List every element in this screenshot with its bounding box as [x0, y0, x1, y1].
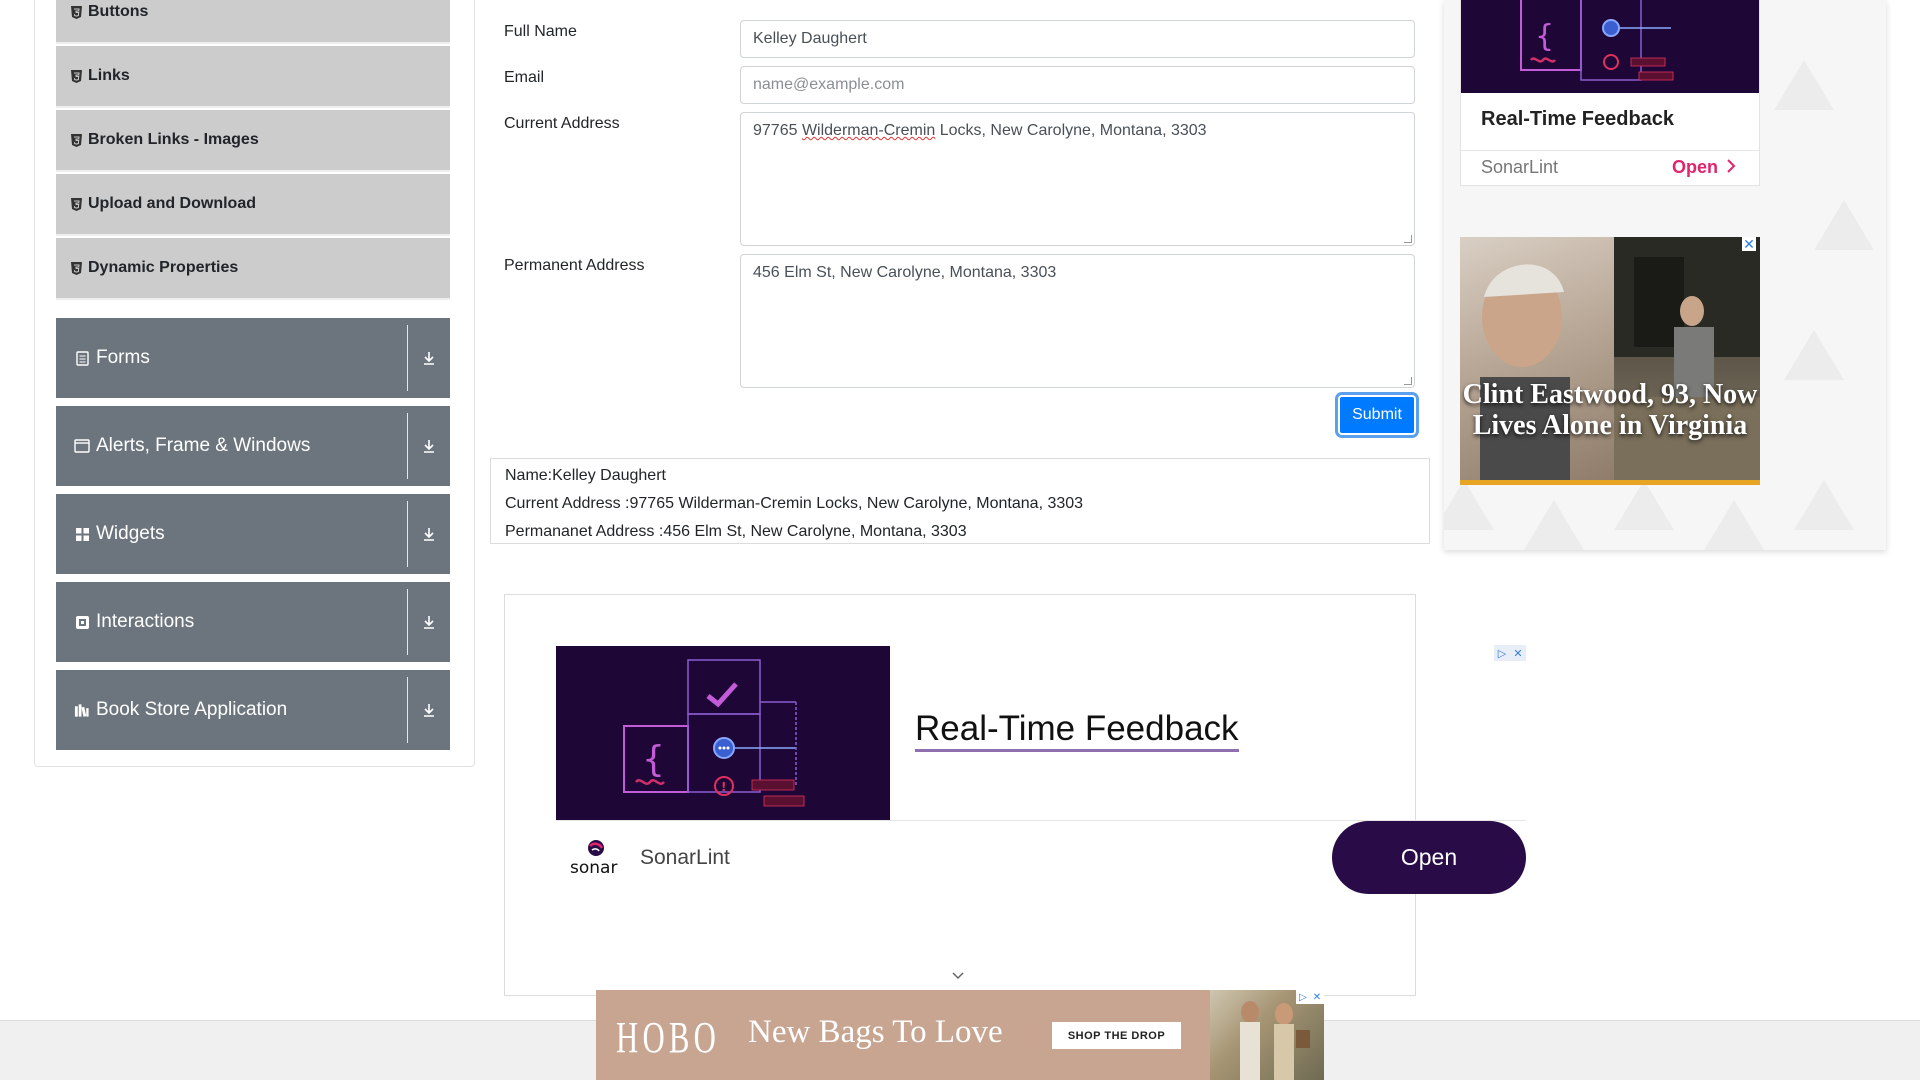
output-name: Name:Kelley Daughert	[505, 467, 666, 484]
full-name-value: Kelley Daughert	[753, 30, 867, 47]
submit-button[interactable]: Submit	[1338, 395, 1416, 435]
output-current-address: Current Address :97765 Wilderman-Cremin …	[505, 495, 1084, 512]
permanent-address-textarea[interactable]: 456 Elm St, New Carolyne, Montana, 3303	[740, 254, 1415, 388]
chevron-down-icon[interactable]	[951, 969, 965, 983]
sidebar-item-label: Dynamic Properties	[88, 259, 239, 276]
ad-open-label: Open	[1672, 157, 1719, 177]
close-icon[interactable]: ✕	[1742, 237, 1756, 251]
output-permanent-address: Permananet Address :456 Elm St, New Caro…	[505, 523, 967, 540]
interactions-icon	[74, 614, 90, 630]
ad-photo	[1460, 237, 1614, 485]
ad-brand: SonarLint	[1481, 157, 1559, 177]
output-box: Name:Kelley Daughert Current Address :97…	[490, 458, 1430, 544]
sidebar-item-upload-download[interactable]: Upload and Download	[56, 174, 450, 236]
current-address-part: 97765	[753, 122, 802, 139]
group-header-book-store[interactable]: Book Store Application	[56, 670, 450, 750]
email-input[interactable]: name@example.com	[740, 66, 1415, 104]
html5-icon	[70, 261, 82, 275]
ad-title[interactable]: Real-Time Feedback	[1481, 108, 1674, 131]
ad-open-button[interactable]: Open	[1332, 821, 1526, 894]
ad-badge[interactable]: ▷ ✕	[1494, 645, 1526, 661]
resize-handle[interactable]	[1404, 235, 1412, 243]
sidebar-item-dynamic-properties[interactable]: Dynamic Properties	[56, 238, 450, 300]
bottom-ad-banner[interactable]: HOBO New Bags To Love SHOP THE DROP ▷ ✕	[596, 990, 1324, 1080]
svg-text:!: !	[721, 780, 726, 794]
window-icon	[74, 438, 90, 454]
ad-title[interactable]: Real-Time Feedback	[915, 709, 1239, 752]
ad-cta-button[interactable]: SHOP THE DROP	[1052, 1022, 1181, 1049]
ad-badge[interactable]: ▷ ✕	[1296, 990, 1324, 1004]
html5-icon	[70, 133, 82, 147]
sidebar-item-label: Broken Links - Images	[88, 131, 259, 148]
current-address-part: Locks, New Carolyne, Montana, 3303	[935, 122, 1207, 139]
sonar-logo-text: sonar	[570, 858, 617, 878]
close-icon[interactable]: ✕	[1510, 645, 1526, 661]
resize-handle[interactable]	[1404, 377, 1412, 385]
group-label: Interactions	[96, 611, 195, 632]
current-address-textarea[interactable]: 97765 Wilderman-Cremin Locks, New Caroly…	[740, 112, 1415, 246]
svg-text:{: {	[642, 739, 665, 780]
svg-text:{: {	[1535, 19, 1554, 54]
ad-image[interactable]: { !	[556, 646, 890, 820]
group-header-interactions[interactable]: Interactions	[56, 582, 450, 662]
ad-open-link[interactable]: Open	[1672, 157, 1736, 178]
sidebar-item-label: Links	[88, 67, 130, 84]
download-arrow-icon[interactable]	[408, 350, 450, 366]
group-label: Alerts, Frame & Windows	[96, 435, 311, 456]
full-name-label: Full Name	[504, 23, 577, 40]
group-label: Book Store Application	[96, 699, 288, 720]
download-arrow-icon[interactable]	[408, 702, 450, 718]
ad-image[interactable]: {	[1461, 0, 1759, 93]
ad-photo	[1614, 237, 1760, 485]
widgets-icon	[74, 526, 90, 542]
divider	[1461, 150, 1759, 151]
email-placeholder: name@example.com	[753, 76, 905, 93]
download-arrow-icon[interactable]	[408, 526, 450, 542]
group-label: Widgets	[96, 523, 165, 544]
sidebar-item-label: Buttons	[88, 3, 149, 20]
hobo-logo: HOBO	[616, 1013, 721, 1062]
download-arrow-icon[interactable]	[408, 438, 450, 454]
adchoices-icon[interactable]: ▷	[1494, 645, 1510, 661]
ad-headline: Clint Eastwood, 93, Now Lives Alone in V…	[1462, 379, 1758, 441]
sidebar-item-broken-links[interactable]: Broken Links - Images	[56, 110, 450, 172]
form-icon	[74, 350, 90, 366]
email-label: Email	[504, 69, 545, 86]
group-header-alerts[interactable]: Alerts, Frame & Windows	[56, 406, 450, 486]
adchoices-icon[interactable]: ▷	[1296, 990, 1310, 1004]
html5-icon	[70, 197, 82, 211]
close-icon[interactable]: ✕	[1310, 990, 1324, 1004]
group-header-forms[interactable]: Forms	[56, 318, 450, 398]
ad-brand: SonarLint	[640, 846, 730, 869]
current-address-misspelled: Wilderman-Cremin	[801, 122, 936, 139]
html5-icon	[70, 69, 82, 83]
books-icon	[74, 702, 90, 718]
ad-tagline: New Bags To Love	[748, 1014, 1003, 1050]
chevron-right-icon	[1726, 157, 1736, 178]
download-arrow-icon[interactable]	[408, 614, 450, 630]
group-label: Forms	[96, 347, 150, 368]
group-header-widgets[interactable]: Widgets	[56, 494, 450, 574]
sidebar-item-links[interactable]: Links	[56, 46, 450, 108]
permanent-address-label: Permanent Address	[504, 257, 645, 274]
ad-accent-bar	[1460, 480, 1760, 485]
current-address-label: Current Address	[504, 115, 620, 132]
sidebar-item-label: Upload and Download	[88, 195, 256, 212]
sidebar-item-buttons[interactable]: Buttons	[56, 0, 450, 44]
html5-icon	[70, 5, 82, 19]
permanent-address-value: 456 Elm St, New Carolyne, Montana, 3303	[753, 264, 1057, 281]
sonar-logo: sonar	[568, 838, 628, 878]
news-ad[interactable]: Clint Eastwood, 93, Now Lives Alone in V…	[1460, 237, 1760, 485]
full-name-input[interactable]: Kelley Daughert	[740, 20, 1415, 58]
